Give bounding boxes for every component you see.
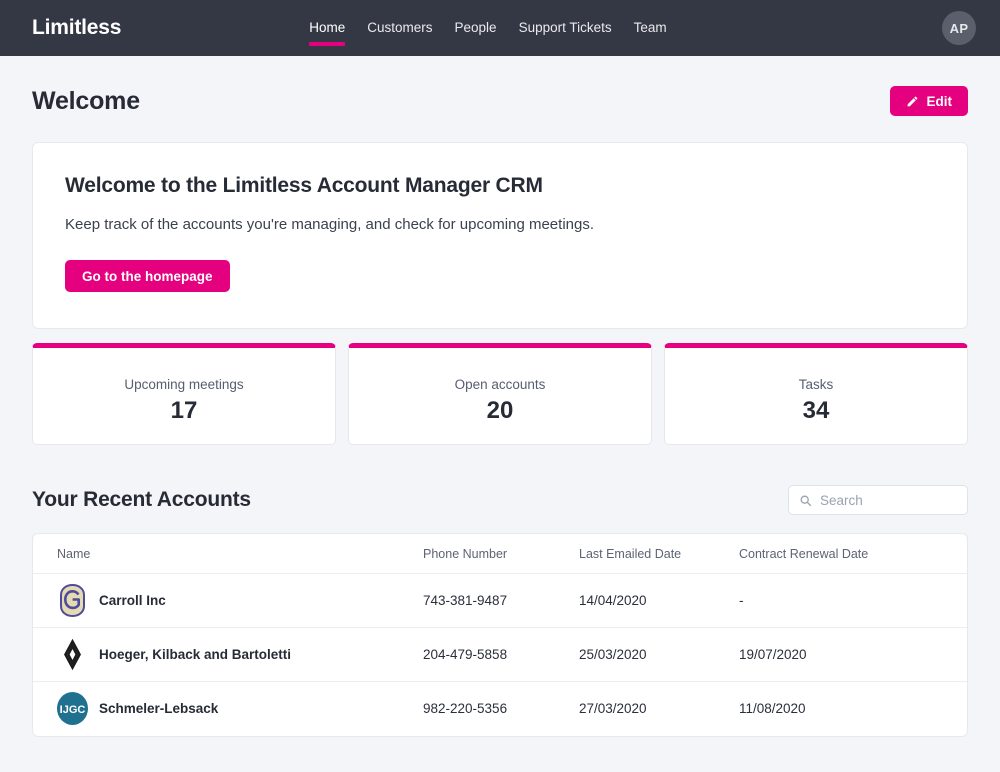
brand-logo[interactable]: Limitless bbox=[32, 16, 121, 40]
table-row[interactable]: Carroll Inc 743-381-9487 14/04/2020 - bbox=[33, 574, 967, 628]
cell-last-emailed: 27/03/2020 bbox=[579, 682, 739, 736]
stat-card-upcoming-meetings[interactable]: Upcoming meetings 17 bbox=[32, 343, 336, 445]
table-header-row: Name Phone Number Last Emailed Date Cont… bbox=[33, 534, 967, 574]
welcome-heading: Welcome to the Limitless Account Manager… bbox=[65, 174, 935, 198]
page-title: Welcome bbox=[32, 87, 140, 116]
top-navbar: Limitless Home Customers People Support … bbox=[0, 0, 1000, 56]
nav-item-customers[interactable]: Customers bbox=[367, 0, 432, 56]
account-name: Schmeler-Lebsack bbox=[99, 701, 218, 716]
column-header-name[interactable]: Name bbox=[33, 534, 423, 574]
cell-contract-renewal: 19/07/2020 bbox=[739, 628, 967, 682]
stat-value: 20 bbox=[349, 397, 651, 425]
accounts-table-container: Name Phone Number Last Emailed Date Cont… bbox=[32, 533, 968, 737]
nav-item-home[interactable]: Home bbox=[309, 0, 345, 56]
edit-button[interactable]: Edit bbox=[890, 86, 969, 116]
cell-contract-renewal: - bbox=[739, 574, 967, 628]
stat-label: Tasks bbox=[665, 377, 967, 392]
main-nav: Home Customers People Support Tickets Te… bbox=[309, 0, 666, 56]
accounts-table-head: Name Phone Number Last Emailed Date Cont… bbox=[33, 534, 967, 574]
pencil-icon bbox=[906, 95, 919, 108]
account-logo-icon: IJGC bbox=[57, 692, 88, 725]
column-header-contract-renewal[interactable]: Contract Renewal Date bbox=[739, 534, 967, 574]
user-avatar[interactable]: AP bbox=[942, 11, 976, 45]
cell-last-emailed: 14/04/2020 bbox=[579, 574, 739, 628]
search-icon bbox=[799, 494, 812, 507]
cell-phone: 204-479-5858 bbox=[423, 628, 579, 682]
svg-text:IJGC: IJGC bbox=[60, 704, 86, 716]
cell-phone: 982-220-5356 bbox=[423, 682, 579, 736]
cell-contract-renewal: 11/08/2020 bbox=[739, 682, 967, 736]
cell-name: Carroll Inc bbox=[33, 574, 423, 628]
account-name: Hoeger, Kilback and Bartoletti bbox=[99, 647, 291, 662]
nav-item-team[interactable]: Team bbox=[634, 0, 667, 56]
table-row[interactable]: Hoeger, Kilback and Bartoletti 204-479-5… bbox=[33, 628, 967, 682]
page-content: Welcome to the Limitless Account Manager… bbox=[0, 142, 1000, 737]
cell-name: IJGC Schmeler-Lebsack bbox=[33, 682, 423, 736]
stat-label: Upcoming meetings bbox=[33, 377, 335, 392]
edit-button-label: Edit bbox=[927, 94, 953, 109]
welcome-card: Welcome to the Limitless Account Manager… bbox=[32, 142, 968, 329]
account-name: Carroll Inc bbox=[99, 593, 166, 608]
nav-item-people[interactable]: People bbox=[455, 0, 497, 56]
stat-value: 17 bbox=[33, 397, 335, 425]
search-input[interactable] bbox=[820, 493, 957, 508]
accounts-table-body: Carroll Inc 743-381-9487 14/04/2020 - bbox=[33, 574, 967, 736]
stat-label: Open accounts bbox=[349, 377, 651, 392]
page-header: Welcome Edit bbox=[0, 56, 1000, 116]
go-to-homepage-button[interactable]: Go to the homepage bbox=[65, 260, 230, 292]
recent-accounts-header: Your Recent Accounts bbox=[32, 485, 968, 515]
stat-card-open-accounts[interactable]: Open accounts 20 bbox=[348, 343, 652, 445]
stat-value: 34 bbox=[665, 397, 967, 425]
cell-last-emailed: 25/03/2020 bbox=[579, 628, 739, 682]
search-box[interactable] bbox=[788, 485, 968, 515]
column-header-phone-number[interactable]: Phone Number bbox=[423, 534, 579, 574]
cell-name: Hoeger, Kilback and Bartoletti bbox=[33, 628, 423, 682]
account-logo-icon bbox=[57, 638, 88, 671]
account-logo-icon bbox=[57, 584, 88, 617]
welcome-subtitle: Keep track of the accounts you're managi… bbox=[65, 216, 935, 233]
accounts-table: Name Phone Number Last Emailed Date Cont… bbox=[33, 534, 967, 736]
recent-accounts-title: Your Recent Accounts bbox=[32, 488, 251, 512]
stat-card-tasks[interactable]: Tasks 34 bbox=[664, 343, 968, 445]
stats-row: Upcoming meetings 17 Open accounts 20 Ta… bbox=[32, 343, 968, 445]
cell-phone: 743-381-9487 bbox=[423, 574, 579, 628]
nav-item-support-tickets[interactable]: Support Tickets bbox=[519, 0, 612, 56]
column-header-last-emailed[interactable]: Last Emailed Date bbox=[579, 534, 739, 574]
table-row[interactable]: IJGC Schmeler-Lebsack 982-220-5356 27/03… bbox=[33, 682, 967, 736]
